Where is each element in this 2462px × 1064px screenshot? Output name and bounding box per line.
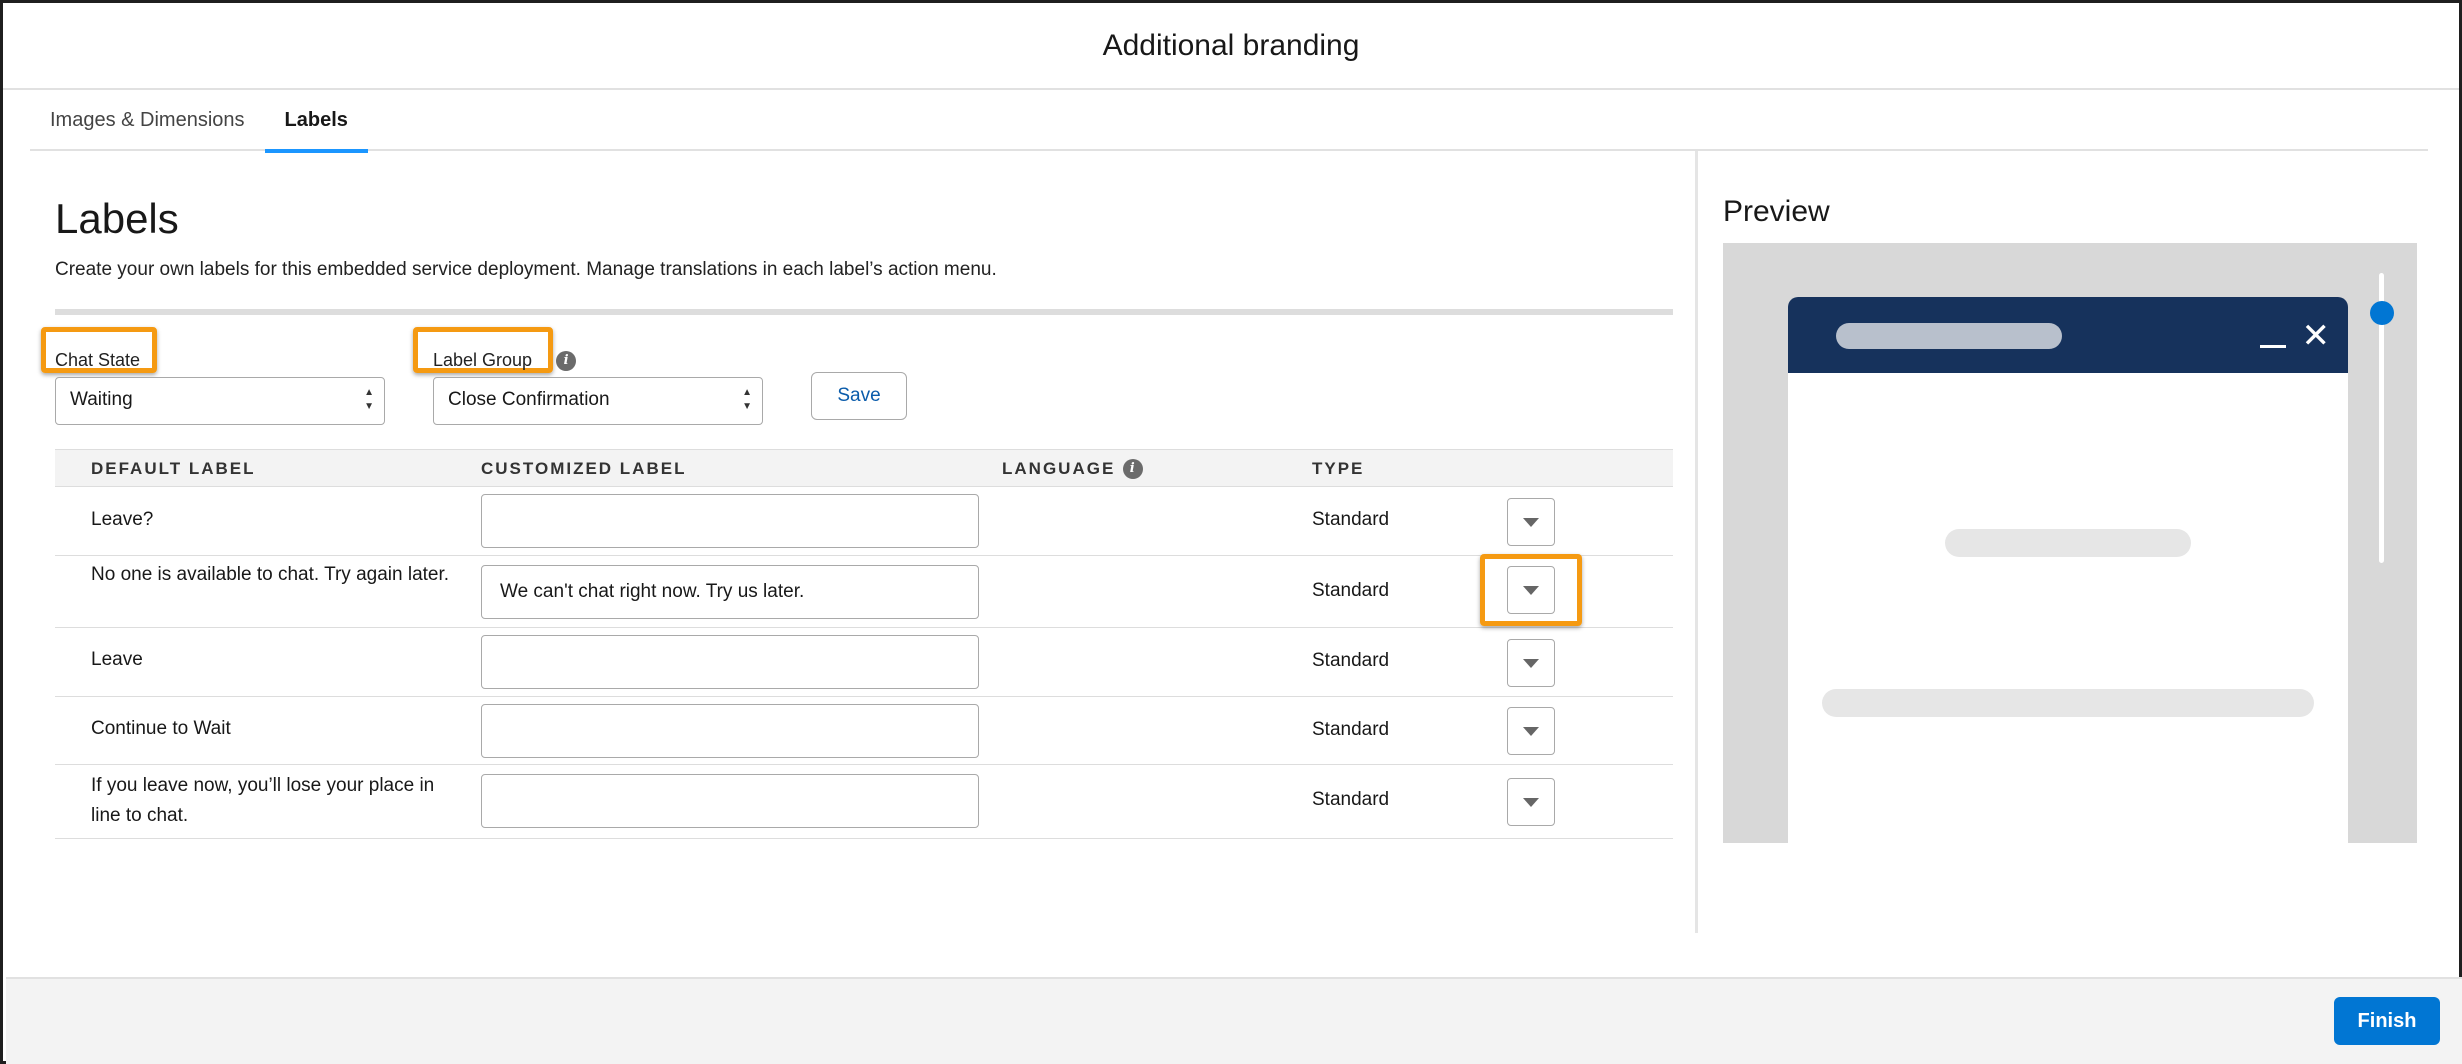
- labels-table: DEFAULT LABEL CUSTOMIZED LABEL LANGUAGE i…: [55, 449, 1673, 839]
- chevron-down-icon: [1523, 726, 1539, 736]
- type-cell: Standard: [1312, 509, 1390, 530]
- column-header-default-label: DEFAULT LABEL: [91, 459, 256, 478]
- save-button[interactable]: Save: [811, 372, 907, 420]
- column-header-language: LANGUAGE i: [1002, 450, 1144, 488]
- chat-header: ✕: [1788, 297, 2348, 373]
- window-title: Additional branding: [1102, 28, 1360, 62]
- chat-title-placeholder: [1836, 323, 2062, 349]
- message-placeholder: [1822, 689, 2314, 717]
- table-row: Leave Standard: [55, 628, 1673, 697]
- app-window: Additional branding Images & Dimensions …: [0, 0, 2462, 1064]
- row-action-menu-button[interactable]: [1507, 566, 1555, 614]
- chat-state-label: Chat State: [55, 350, 141, 370]
- chevron-down-icon: [1523, 585, 1539, 595]
- chat-preview: ✕: [1723, 243, 2417, 843]
- chat-window-preview: ✕: [1788, 297, 2348, 843]
- info-icon[interactable]: i: [1123, 459, 1144, 479]
- customized-label-input[interactable]: We can't chat right now. Try us later.: [481, 565, 979, 619]
- label-group-value: Close Confirmation: [448, 389, 610, 410]
- default-label-cell: If you leave now, you’ll lose your place…: [91, 775, 435, 826]
- table-row: Continue to Wait Standard: [55, 697, 1673, 765]
- footer: [6, 977, 2462, 1064]
- message-placeholder: [1945, 529, 2191, 557]
- preview-zoom-handle[interactable]: [2370, 301, 2394, 325]
- type-cell: Standard: [1312, 719, 1390, 740]
- row-action-menu-button[interactable]: [1507, 707, 1555, 755]
- chat-state-value: Waiting: [70, 389, 133, 410]
- label-group-select[interactable]: Close Confirmation ▲ ▼: [433, 377, 763, 425]
- default-label-cell: Leave?: [91, 509, 154, 530]
- type-cell: Standard: [1312, 650, 1390, 671]
- default-label-cell: No one is available to chat. Try again l…: [91, 564, 450, 585]
- section-description: Create your own labels for this embedded…: [55, 259, 997, 280]
- customized-label-input[interactable]: [481, 635, 979, 689]
- tab-bar: Images & Dimensions Labels: [30, 91, 2428, 153]
- finish-button[interactable]: Finish: [2334, 997, 2440, 1045]
- column-header-customized-label: CUSTOMIZED LABEL: [481, 459, 687, 478]
- window-header: Additional branding: [3, 3, 2459, 90]
- default-label-cell: Continue to Wait: [91, 718, 231, 739]
- info-icon[interactable]: i: [556, 350, 577, 371]
- table-row: If you leave now, you’ll lose your place…: [55, 765, 1673, 839]
- table-row: Leave? Standard: [55, 487, 1673, 556]
- row-action-menu-button[interactable]: [1507, 778, 1555, 826]
- minimize-icon: [2260, 345, 2286, 348]
- select-arrows-icon: ▲ ▼: [364, 387, 374, 412]
- customized-label-input[interactable]: [481, 494, 979, 548]
- chevron-down-icon: [1523, 517, 1539, 527]
- default-label-cell: Leave: [91, 649, 143, 670]
- table-row: No one is available to chat. Try again l…: [55, 554, 1673, 628]
- row-action-menu-button[interactable]: [1507, 498, 1555, 546]
- customized-label-input[interactable]: [481, 704, 979, 758]
- divider: [55, 309, 1673, 315]
- close-icon: ✕: [2301, 317, 2331, 355]
- customized-label-input[interactable]: [481, 774, 979, 828]
- type-cell: Standard: [1312, 580, 1390, 601]
- select-arrows-icon: ▲ ▼: [742, 387, 752, 412]
- table-header: DEFAULT LABEL CUSTOMIZED LABEL LANGUAGE i…: [55, 449, 1673, 487]
- chevron-down-icon: [1523, 658, 1539, 668]
- type-cell: Standard: [1312, 789, 1390, 810]
- tab-labels[interactable]: Labels: [264, 91, 369, 153]
- tab-images-dimensions[interactable]: Images & Dimensions: [30, 91, 265, 151]
- chat-state-select[interactable]: Waiting ▲ ▼: [55, 377, 385, 425]
- label-group-label: Label Group i: [433, 350, 577, 371]
- panel-divider: [1695, 151, 1698, 933]
- column-header-type: TYPE: [1312, 459, 1365, 478]
- page-title: Labels: [55, 195, 179, 242]
- chevron-down-icon: [1523, 797, 1539, 807]
- row-action-menu-button[interactable]: [1507, 639, 1555, 687]
- label-group-label-text: Label Group: [433, 350, 533, 370]
- preview-title: Preview: [1723, 195, 1830, 228]
